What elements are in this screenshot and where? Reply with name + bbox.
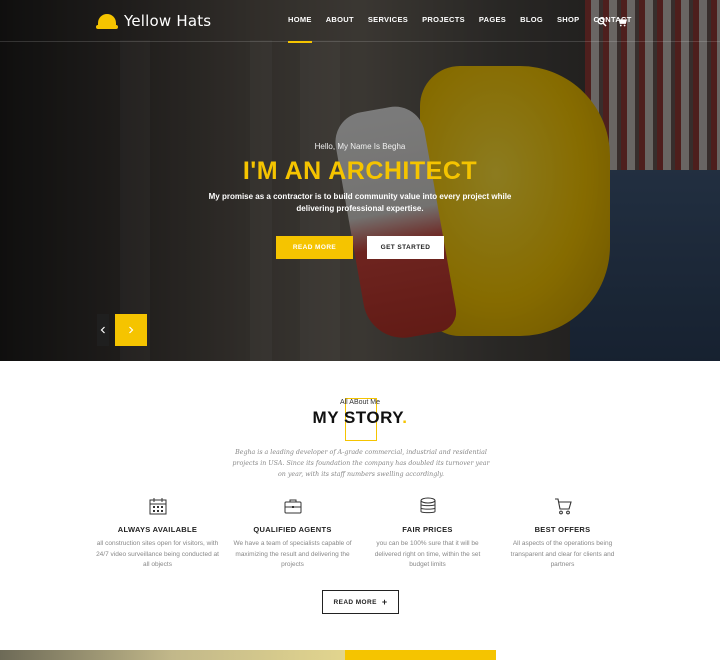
story-title-text: MY STORY	[312, 408, 403, 427]
hero-content: Hello, My Name Is Begha I'M AN ARCHITECT…	[0, 142, 720, 215]
slider-next-button[interactable]	[115, 314, 147, 346]
hero-eyebrow: Hello, My Name Is Begha	[314, 142, 406, 151]
feature-title: ALWAYS AVAILABLE	[117, 525, 198, 534]
cart-icon	[553, 496, 573, 516]
story-title: MY STORY.	[0, 408, 720, 428]
nav-item-pages[interactable]: PAGES	[479, 15, 506, 24]
read-more-button[interactable]: READ MORE	[276, 236, 353, 259]
feature-best-offers: BEST OFFERS All aspects of the operation…	[495, 496, 630, 571]
story-title-dot: .	[402, 408, 408, 427]
features-row: ALWAYS AVAILABLE all construction sites …	[90, 496, 630, 571]
nav-item-home[interactable]: HOME	[288, 15, 312, 43]
hero-slider: Yellow Hats HOME ABOUT SERVICES PROJECTS…	[0, 0, 720, 361]
database-icon	[418, 496, 438, 516]
feature-text: all construction sites open for visitors…	[96, 540, 219, 568]
site-logo[interactable]: Yellow Hats	[96, 9, 211, 33]
feature-title: QUALIFIED AGENTS	[253, 525, 332, 534]
logo-text: Yellow Hats	[124, 12, 212, 30]
preview-photo	[0, 650, 345, 660]
plus-icon: +	[381, 597, 388, 607]
hero-buttons: READ MORE GET STARTED	[0, 236, 720, 259]
cart-icon[interactable]	[617, 14, 628, 27]
feature-fair-prices: FAIR PRICES you can be 100% sure that it…	[360, 496, 495, 571]
nav-item-services[interactable]: SERVICES	[368, 15, 408, 24]
feature-text: you can be 100% sure that it will be del…	[374, 540, 481, 568]
search-icon[interactable]	[597, 14, 607, 27]
my-story-section: All ABout Me MY STORY. Begha is a leadin…	[0, 361, 720, 660]
top-navbar: Yellow Hats HOME ABOUT SERVICES PROJECTS…	[0, 0, 720, 43]
main-nav: HOME ABOUT SERVICES PROJECTS PAGES BLOG …	[288, 15, 646, 43]
story-eyebrow: All ABout Me	[339, 399, 381, 406]
feature-always-available: ALWAYS AVAILABLE all construction sites …	[90, 496, 225, 571]
story-description: Begha is a leading developer of A-grade …	[232, 449, 490, 478]
slider-prev-button[interactable]	[97, 314, 109, 346]
nav-item-blog[interactable]: BLOG	[520, 15, 543, 24]
chevron-right-icon	[129, 326, 134, 334]
story-read-more-label: READ MORE	[333, 598, 377, 606]
story-heading: All ABout Me MY STORY.	[0, 399, 720, 428]
get-started-button[interactable]: GET STARTED	[367, 236, 444, 259]
feature-text: All aspects of the operations being tran…	[510, 540, 615, 568]
nav-item-about[interactable]: ABOUT	[326, 15, 354, 24]
feature-text: We have a team of specialists capable of…	[233, 540, 352, 568]
next-section-preview	[0, 650, 720, 660]
story-read-more-button[interactable]: READ MORE +	[322, 590, 399, 614]
feature-title: BEST OFFERS	[534, 525, 591, 534]
hard-hat-logo-icon	[96, 12, 118, 30]
preview-yellow-panel	[345, 650, 496, 660]
hero-subtitle: My promise as a contractor is to build c…	[208, 192, 512, 213]
feature-qualified-agents: QUALIFIED AGENTS We have a team of speci…	[225, 496, 360, 571]
nav-item-projects[interactable]: PROJECTS	[422, 15, 465, 24]
briefcase-icon	[283, 496, 303, 516]
nav-item-shop[interactable]: SHOP	[557, 15, 579, 24]
feature-title: FAIR PRICES	[402, 525, 453, 534]
nav-icons	[597, 14, 628, 27]
chevron-left-icon	[100, 326, 105, 334]
calendar-icon	[148, 496, 168, 516]
hero-title: I'M AN ARCHITECT	[242, 157, 478, 185]
